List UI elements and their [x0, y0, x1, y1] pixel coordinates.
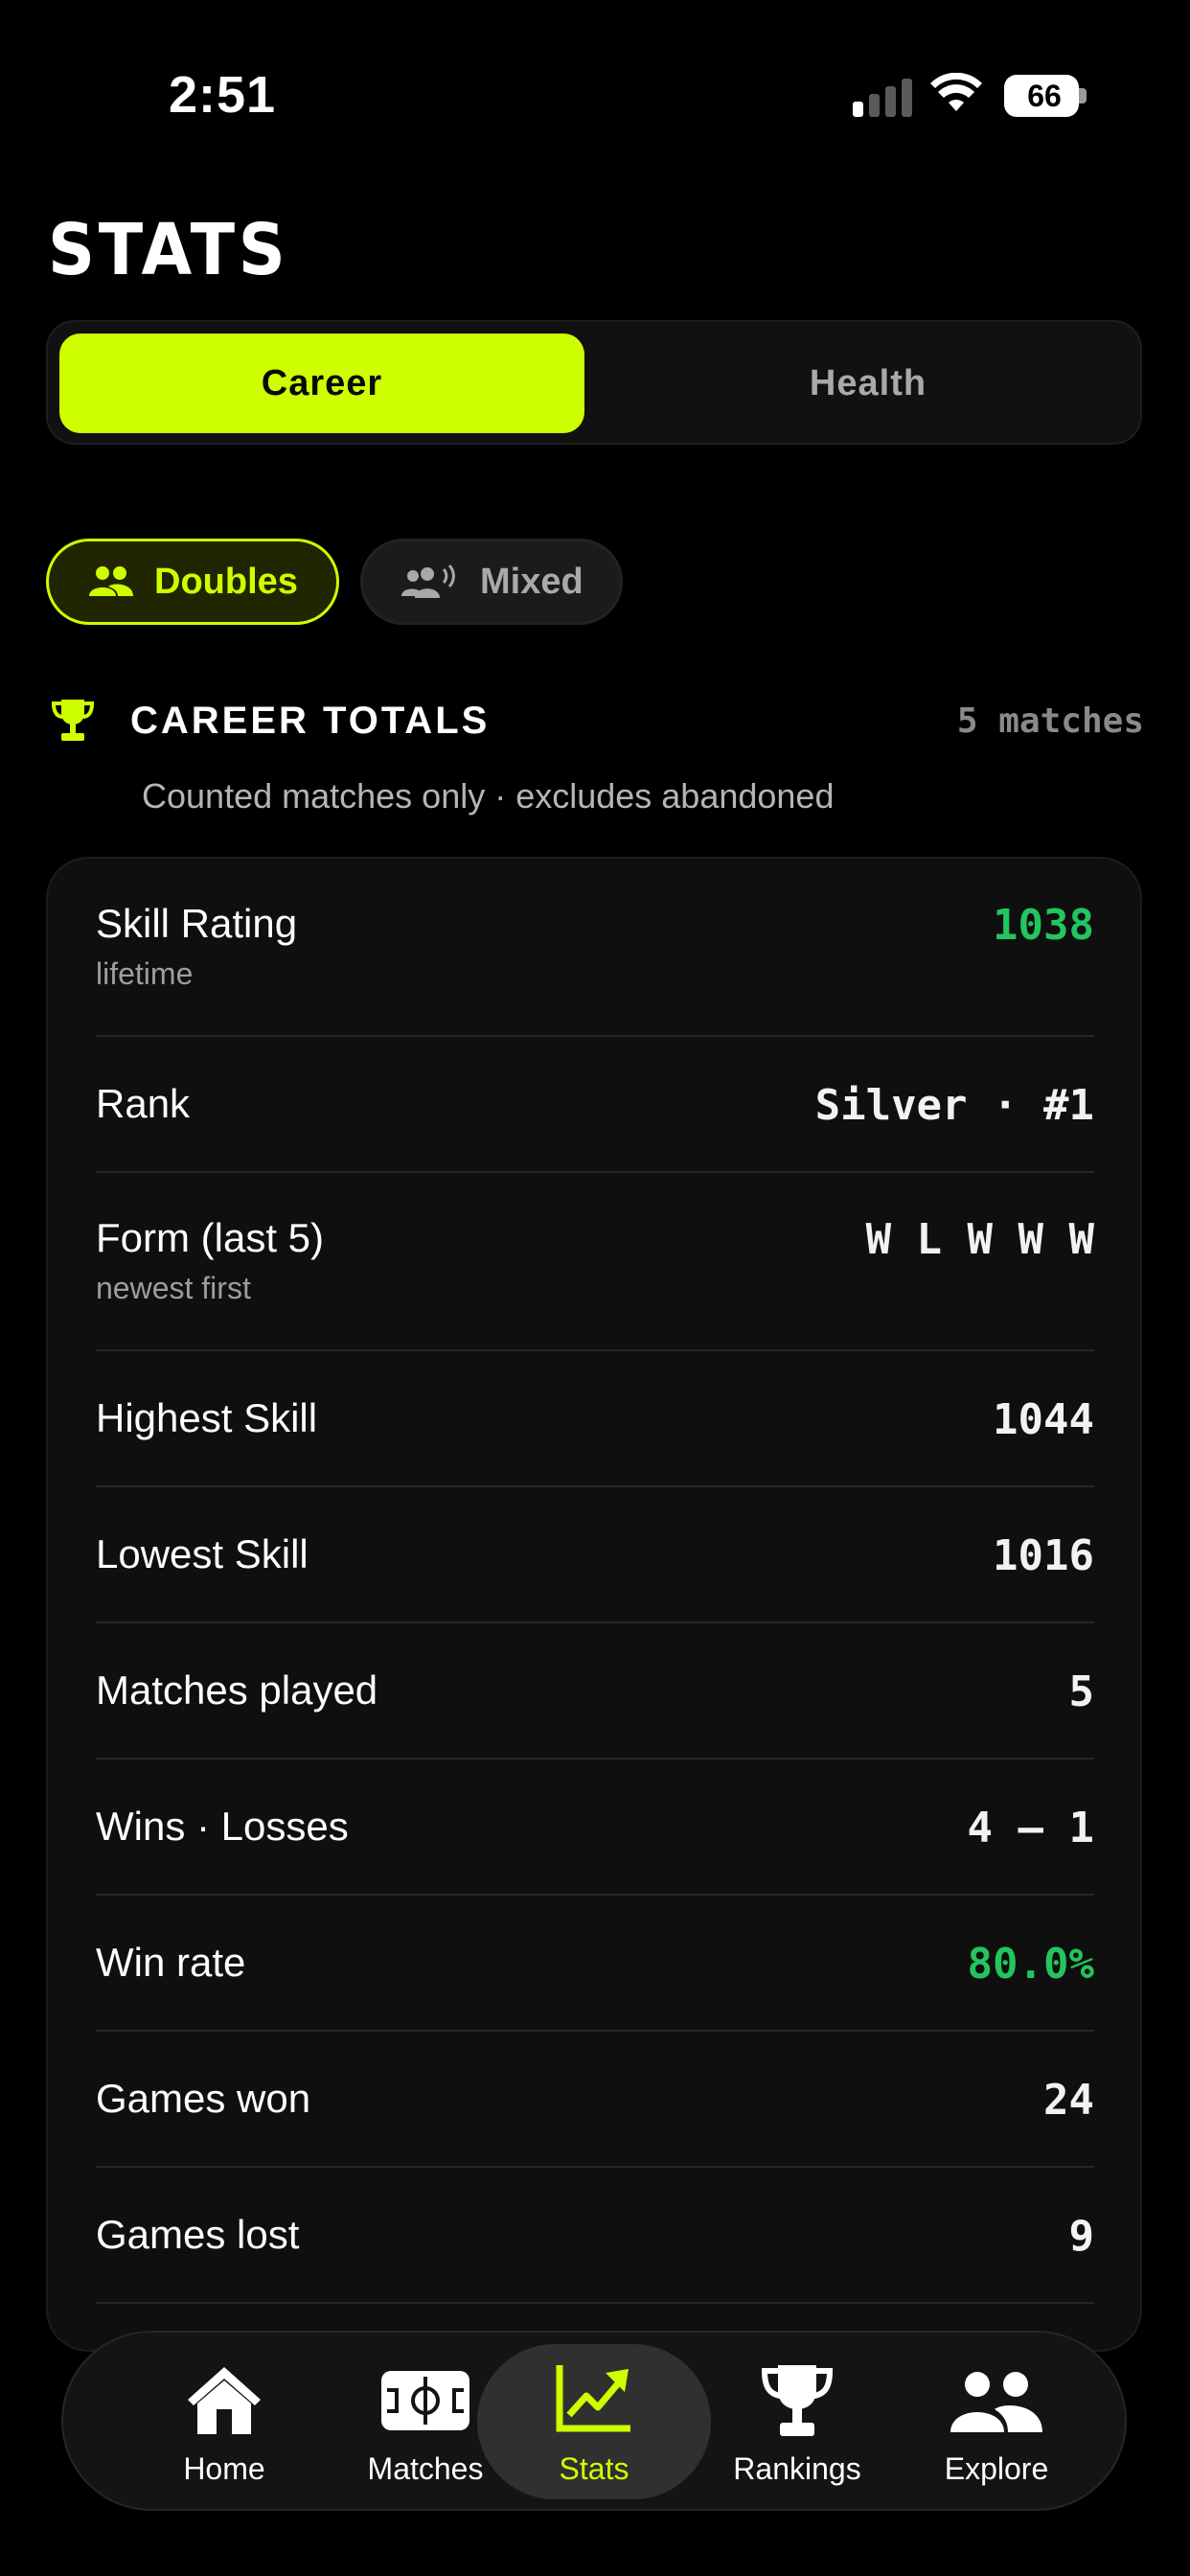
stat-sublabel: lifetime	[96, 956, 194, 991]
court-icon	[381, 2371, 469, 2430]
stat-row-wins-losses: Wins · Losses 4 — 1	[96, 1760, 1094, 1896]
trophy-icon	[761, 2365, 834, 2436]
stat-value: W L W W W	[865, 1215, 1094, 1264]
stat-row-rank: Rank Silver · #1	[96, 1037, 1094, 1173]
stat-label: Win rate	[96, 1940, 246, 1985]
tab-stats[interactable]: Stats	[500, 2333, 688, 2509]
stat-row-skill-rating: Skill Rating lifetime 1038	[96, 859, 1094, 1037]
stat-row-lowest-skill: Lowest Skill 1016	[96, 1487, 1094, 1623]
stat-value: 1038	[993, 901, 1094, 950]
stat-row-highest-skill: Highest Skill 1044	[96, 1351, 1094, 1487]
match-count: 5 matches	[956, 702, 1144, 741]
people-icon	[950, 2372, 1042, 2432]
tab-label: Matches	[367, 2451, 484, 2486]
chart-trend-icon	[556, 2365, 630, 2432]
stat-value: 9	[1068, 2212, 1095, 2261]
stat-label: Skill Rating	[96, 901, 298, 946]
segmented-control: Career Health	[46, 320, 1142, 445]
stat-value: Silver · #1	[814, 1081, 1094, 1130]
tab-matches[interactable]: Matches	[332, 2333, 519, 2509]
stat-value: 80.0%	[967, 1940, 1094, 1989]
filter-doubles-label: Doubles	[154, 561, 298, 602]
bottom-tab-bar: Home Matches Stats Rankings Explore	[61, 2331, 1127, 2511]
stat-label: Lowest Skill	[96, 1531, 309, 1576]
stat-label: Rank	[96, 1081, 191, 1126]
career-stats-card: Skill Rating lifetime 1038 Rank Silver ·…	[46, 857, 1142, 2352]
stat-label: Matches played	[96, 1668, 378, 1713]
stat-label: Highest Skill	[96, 1395, 318, 1440]
stat-label: Form (last 5)	[96, 1215, 325, 1260]
tab-health[interactable]: Health	[606, 334, 1131, 433]
career-totals-header: CAREER TOTALS 5 matches	[52, 690, 1144, 757]
section-subtitle: Counted matches only · excludes abandone…	[142, 776, 835, 816]
stat-row-games-lost: Games lost 9	[96, 2168, 1094, 2304]
tab-label: Rankings	[733, 2451, 861, 2486]
stat-row-games-won: Games won 24	[96, 2032, 1094, 2168]
stat-row-form: Form (last 5) newest first W L W W W	[96, 1173, 1094, 1351]
stat-sublabel: newest first	[96, 1271, 251, 1305]
battery-level: 66	[1027, 79, 1062, 113]
tab-label: Stats	[559, 2451, 629, 2486]
filter-mixed-chip[interactable]: Mixed	[360, 539, 623, 625]
tab-career[interactable]: Career	[59, 334, 584, 433]
filter-doubles-chip[interactable]: Doubles	[46, 539, 339, 625]
tab-label: Home	[183, 2451, 265, 2486]
page-title: STATS	[48, 209, 289, 291]
tab-explore[interactable]: Explore	[903, 2333, 1090, 2509]
section-title: CAREER TOTALS	[130, 700, 491, 742]
stat-value: 1016	[993, 1531, 1094, 1580]
trophy-icon	[52, 700, 94, 741]
stat-label: Games won	[96, 2076, 311, 2121]
stat-row-matches-played: Matches played 5	[96, 1623, 1094, 1760]
group-voice-icon	[401, 564, 455, 598]
wifi-icon	[930, 73, 982, 111]
stat-row-win-rate: Win rate 80.0%	[96, 1896, 1094, 2032]
two-people-icon	[89, 566, 133, 596]
status-time: 2:51	[169, 66, 277, 124]
tab-rankings[interactable]: Rankings	[703, 2333, 891, 2509]
stat-value: 24	[1043, 2076, 1094, 2125]
tab-home[interactable]: Home	[130, 2333, 318, 2509]
filter-mixed-label: Mixed	[480, 561, 584, 602]
stat-label: Games lost	[96, 2212, 300, 2257]
cellular-signal-icon	[853, 77, 912, 117]
stat-value: 4 — 1	[967, 1804, 1094, 1852]
house-icon	[188, 2367, 261, 2434]
tab-label: Explore	[944, 2451, 1049, 2486]
stat-value: 1044	[993, 1395, 1094, 1444]
stat-label: Wins · Losses	[96, 1804, 349, 1849]
stat-value: 5	[1068, 1668, 1095, 1716]
